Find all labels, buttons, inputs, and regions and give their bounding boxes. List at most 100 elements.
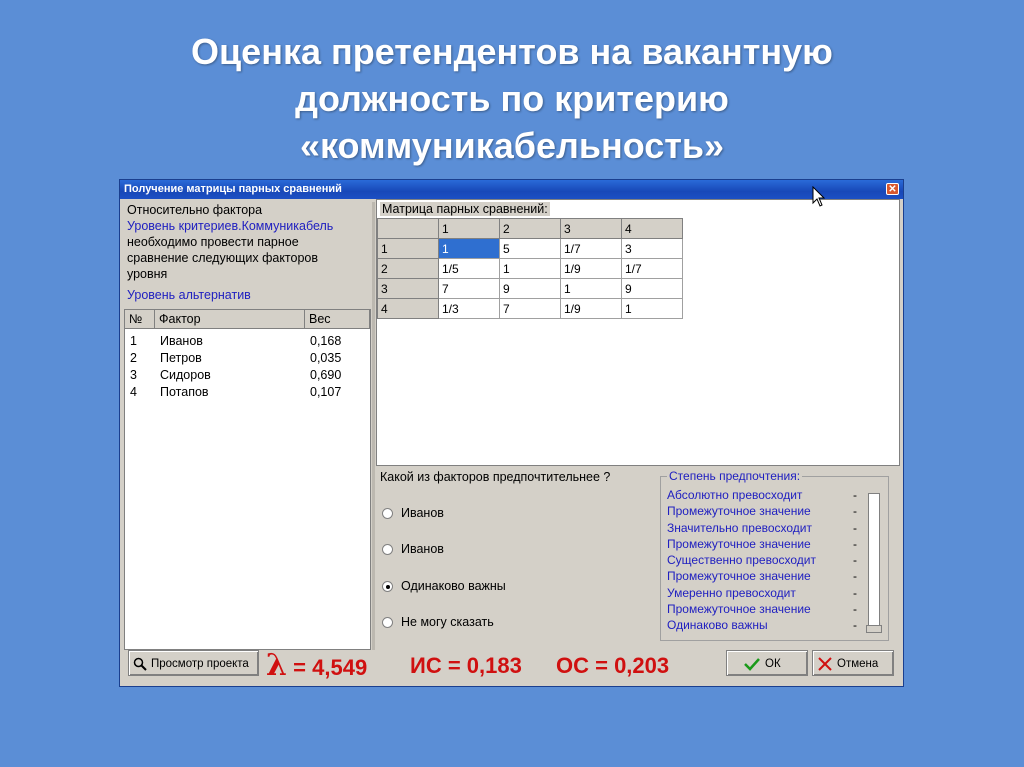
preference-scale-title: Степень предпочтения: bbox=[667, 469, 803, 483]
matrix-corner bbox=[377, 218, 439, 239]
bottom-bar: Просмотр проекта λ = 4,549 ИС = 0,183 ОС… bbox=[120, 648, 903, 684]
radio-option-unsure[interactable]: Не могу сказать bbox=[382, 615, 494, 629]
factor-info-line: необходимо провести парное bbox=[127, 235, 299, 249]
row-weight: 0,690 bbox=[310, 368, 342, 382]
view-project-button[interactable]: Просмотр проекта bbox=[128, 650, 259, 676]
preference-level: Значительно превосходит - bbox=[667, 520, 857, 535]
criteria-level-link[interactable]: Уровень критериев.Коммуникабель bbox=[127, 218, 371, 234]
radio-label: Иванов bbox=[401, 542, 444, 556]
radio-option-second[interactable]: Иванов bbox=[382, 542, 444, 556]
row-factor: Иванов bbox=[160, 334, 203, 348]
matrix-cell[interactable]: 7 bbox=[438, 278, 500, 299]
matrix-cell[interactable]: 1 bbox=[621, 298, 683, 319]
radio-circle[interactable] bbox=[382, 616, 393, 628]
radio-option-first[interactable]: Иванов bbox=[382, 506, 444, 520]
window-titlebar[interactable]: Получение матрицы парных сравнений ✕ bbox=[120, 180, 903, 199]
list-item[interactable]: 2 Петров 0,035 bbox=[125, 350, 370, 367]
matrix-col-header: 1 bbox=[438, 218, 500, 239]
preference-slider-thumb[interactable] bbox=[866, 625, 882, 633]
preference-level: Умеренно превосходит - bbox=[667, 585, 857, 600]
lambda-value: = 4,549 bbox=[293, 655, 368, 680]
slide-title: Оценка претендентов на вакантную должнос… bbox=[0, 28, 1024, 169]
lambda-metric: λ = 4,549 bbox=[266, 648, 367, 683]
view-project-label: Просмотр проекта bbox=[151, 658, 249, 670]
matrix-caption: Матрица парных сравнений: bbox=[380, 202, 550, 216]
factor-info-line: сравнение следующих факторов bbox=[127, 251, 319, 265]
slide-title-line-3: «коммуникабельность» bbox=[299, 125, 725, 166]
preference-slider-track[interactable] bbox=[868, 493, 880, 629]
matrix-col-header: 4 bbox=[621, 218, 683, 239]
cancel-button[interactable]: Отмена bbox=[812, 650, 894, 676]
magnifier-icon bbox=[133, 657, 147, 671]
matrix-col-header: 3 bbox=[560, 218, 622, 239]
consistency-index: ИС = 0,183 bbox=[410, 653, 522, 678]
slide-title-line-2: должность по критерию bbox=[295, 78, 729, 119]
close-button[interactable]: ✕ bbox=[886, 183, 899, 195]
matrix-cell[interactable]: 1/9 bbox=[560, 298, 622, 319]
column-header-weight[interactable]: Вес bbox=[305, 310, 370, 328]
matrix-cell[interactable]: 3 bbox=[621, 238, 683, 259]
matrix-cell-selected[interactable]: 1 bbox=[438, 238, 500, 259]
radio-label: Иванов bbox=[401, 506, 444, 520]
preference-level: Промежуточное значение - bbox=[667, 536, 857, 551]
list-item[interactable]: 4 Потапов 0,107 bbox=[125, 384, 370, 401]
matrix-cell[interactable]: 1 bbox=[499, 258, 561, 279]
matrix-cell[interactable]: 1/5 bbox=[438, 258, 500, 279]
row-number: 4 bbox=[130, 385, 137, 399]
radio-label: Одинаково важны bbox=[401, 579, 506, 593]
matrix-cell[interactable]: 5 bbox=[499, 238, 561, 259]
row-factor: Петров bbox=[160, 351, 202, 365]
matrix-cell[interactable]: 1 bbox=[560, 278, 622, 299]
preference-question: Какой из факторов предпочтительнее ? Ива… bbox=[376, 470, 666, 650]
radio-option-equal[interactable]: Одинаково важны bbox=[382, 579, 506, 593]
factor-info: Относительно фактора Уровень критериев.К… bbox=[127, 202, 371, 303]
alternatives-level-link[interactable]: Уровень альтернатив bbox=[127, 287, 371, 303]
list-item[interactable]: 3 Сидоров 0,690 bbox=[125, 367, 370, 384]
check-icon bbox=[744, 658, 760, 671]
row-weight: 0,168 bbox=[310, 334, 342, 348]
preference-level: Промежуточное значение - bbox=[667, 569, 857, 584]
comparison-matrix-panel: Матрица парных сравнений: 1 2 3 4 1 1 5 … bbox=[376, 199, 900, 466]
column-header-factor[interactable]: Фактор bbox=[155, 310, 305, 328]
ok-button[interactable]: ОК bbox=[726, 650, 808, 676]
factor-info-line: уровня bbox=[127, 267, 168, 281]
radio-circle[interactable] bbox=[382, 543, 393, 555]
cancel-label: Отмена bbox=[837, 658, 879, 670]
radio-label: Не могу сказать bbox=[401, 615, 494, 629]
matrix-cell[interactable]: 1/3 bbox=[438, 298, 500, 319]
row-number: 1 bbox=[130, 334, 137, 348]
matrix-row-header: 2 bbox=[377, 258, 439, 279]
matrix-row-header: 4 bbox=[377, 298, 439, 319]
ok-label: ОК bbox=[765, 658, 781, 670]
radio-circle[interactable] bbox=[382, 507, 393, 519]
matrix-cell[interactable]: 7 bbox=[499, 298, 561, 319]
question-text: Какой из факторов предпочтительнее ? bbox=[380, 470, 611, 484]
consistency-ratio: ОС = 0,203 bbox=[556, 653, 670, 678]
matrix-cell[interactable]: 9 bbox=[621, 278, 683, 299]
radio-circle-selected[interactable] bbox=[382, 580, 393, 592]
preference-scale-list: Абсолютно превосходит - Промежуточное зна… bbox=[667, 487, 857, 634]
matrix-cell[interactable]: 1/9 bbox=[560, 258, 622, 279]
factor-list-header: № Фактор Вес bbox=[125, 310, 370, 329]
preference-level: Существенно превосходит - bbox=[667, 553, 857, 568]
row-weight: 0,107 bbox=[310, 385, 342, 399]
column-header-number[interactable]: № bbox=[125, 310, 155, 328]
matrix-cell[interactable]: 1/7 bbox=[560, 238, 622, 259]
matrix-row-header: 3 bbox=[377, 278, 439, 299]
matrix-cell[interactable]: 1/7 bbox=[621, 258, 683, 279]
matrix-row-header: 1 bbox=[377, 238, 439, 259]
preference-level: Промежуточное значение - bbox=[667, 602, 857, 617]
row-factor: Потапов bbox=[160, 385, 209, 399]
pairwise-comparison-window: Получение матрицы парных сравнений ✕ Отн… bbox=[119, 179, 904, 687]
window-title: Получение матрицы парных сравнений bbox=[124, 183, 342, 195]
factor-info-line: Относительно фактора bbox=[127, 203, 263, 217]
row-number: 3 bbox=[130, 368, 137, 382]
preference-scale-group: Степень предпочтения: Абсолютно превосхо… bbox=[660, 469, 889, 641]
matrix-cell[interactable]: 9 bbox=[499, 278, 561, 299]
factor-list[interactable]: № Фактор Вес 1 Иванов 0,168 2 Петров 0,0… bbox=[124, 309, 371, 650]
lambda-symbol: λ bbox=[266, 648, 288, 683]
panel-splitter[interactable] bbox=[372, 202, 375, 650]
list-item[interactable]: 1 Иванов 0,168 bbox=[125, 333, 370, 350]
preference-level: Абсолютно превосходит - bbox=[667, 488, 857, 502]
row-weight: 0,035 bbox=[310, 351, 342, 365]
